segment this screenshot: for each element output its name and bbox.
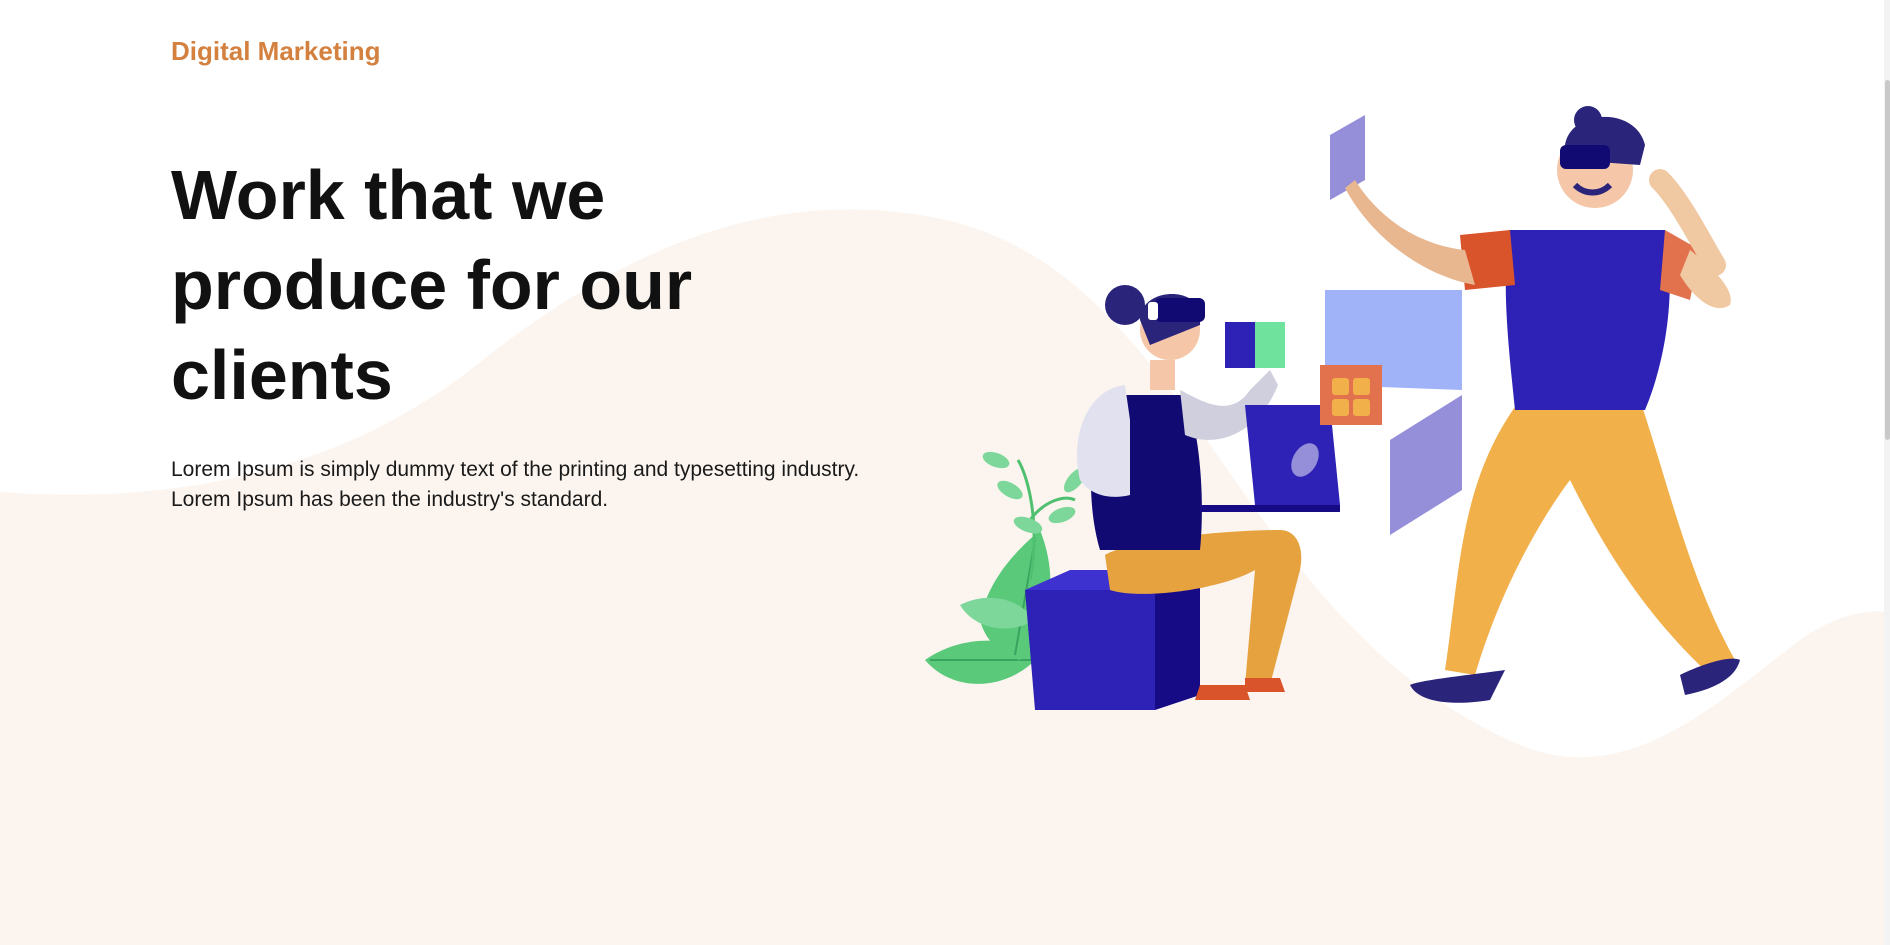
landing-page: Digital Marketing Work that we produce f…	[0, 0, 1890, 945]
vr-collaboration-illustration	[925, 106, 1740, 710]
brand-logo-text[interactable]: Digital Marketing	[171, 36, 380, 67]
hero-description: Lorem Ipsum is simply dummy text of the …	[171, 458, 860, 511]
scrollbar-thumb[interactable]	[1885, 80, 1890, 440]
standing-man-figure	[1345, 106, 1740, 703]
hero-title: Work that we produce for our clients	[171, 156, 693, 414]
vertical-scrollbar[interactable]	[1884, 0, 1890, 945]
